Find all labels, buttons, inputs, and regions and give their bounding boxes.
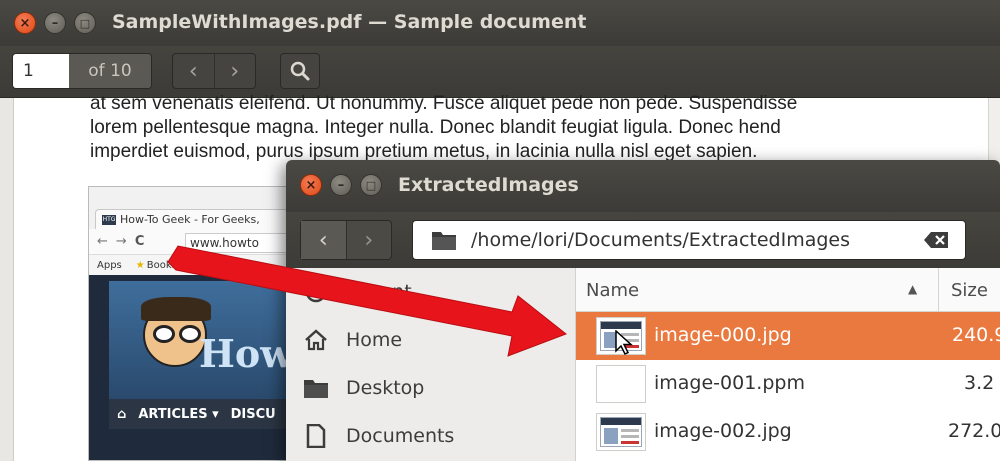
browser-url: www.howto <box>185 233 297 253</box>
browser-tab: HTG How-To Geek - For Geeks, <box>95 209 291 229</box>
image-thumbnail <box>596 365 646 403</box>
fm-window-title: ExtractedImages <box>398 174 579 196</box>
bookmarks-bar: Apps ★ Bookmarks <box>89 255 297 275</box>
chevron-right-icon: › <box>364 227 374 253</box>
forward-arrow-icon: → <box>115 234 127 249</box>
clear-path-icon[interactable] <box>923 231 949 249</box>
fm-close-button[interactable]: × <box>300 174 322 196</box>
site-logo: How-T <box>199 331 297 376</box>
image-thumbnail <box>596 413 646 451</box>
maximize-window-button[interactable]: □ <box>74 12 96 34</box>
page-number-input[interactable] <box>13 54 69 88</box>
minimize-icon: – <box>51 15 59 31</box>
file-list: Name ▲ Size image-000.jpg 240.9 kB image… <box>576 268 1000 461</box>
page-nav-group: ‹ › <box>172 53 256 89</box>
page-count-label: of 10 <box>69 54 151 88</box>
tab-title: How-To Geek - For Geeks, <box>120 213 260 226</box>
previous-page-button[interactable]: ‹ <box>173 54 214 88</box>
favicon: HTG <box>102 214 116 225</box>
sidebar-item-label: Documents <box>346 425 455 447</box>
pdf-text-line: lorem pellentesque magna. Integer nulla.… <box>90 117 781 138</box>
pdf-toolbar: of 10 ‹ › <box>0 46 1000 98</box>
site-hero: How-T <box>109 281 297 399</box>
site-header: How-T ⌂ ARTICLES ▾ DISCU <box>89 275 297 460</box>
pdf-text-line: at sem venenatis eleifend. Ut nonummy. F… <box>90 93 798 114</box>
fm-minimize-button[interactable]: – <box>330 174 352 196</box>
back-arrow-icon: ← <box>97 234 108 249</box>
clock-icon <box>302 280 330 304</box>
column-name-header[interactable]: Name <box>586 280 639 301</box>
sidebar-item-label: Desktop <box>346 377 425 399</box>
fm-forward-button[interactable]: › <box>345 221 392 259</box>
search-icon <box>290 61 310 81</box>
folder-icon <box>302 377 330 399</box>
file-size: 240.9 kB <box>952 324 1000 346</box>
mouse-cursor-icon <box>615 330 633 356</box>
sidebar-item-home[interactable]: Home <box>286 316 576 364</box>
close-window-button[interactable]: × <box>14 12 36 34</box>
fm-nav-group: ‹ › <box>300 220 392 260</box>
menu-articles: ARTICLES ▾ <box>138 406 219 422</box>
home-icon: ⌂ <box>117 406 127 422</box>
search-button[interactable] <box>280 53 320 89</box>
next-page-button[interactable]: › <box>213 54 256 88</box>
file-size: 3.2 MB <box>964 372 1000 394</box>
chevron-left-icon: ‹ <box>318 227 328 253</box>
location-bar[interactable]: /home/lori/Documents/ExtractedImages <box>412 220 966 260</box>
pdf-titlebar[interactable]: × – □ SampleWithImages.pdf — Sample docu… <box>0 0 1000 46</box>
folder-icon <box>432 232 456 250</box>
chevron-right-icon: › <box>230 58 240 84</box>
window-title: SampleWithImages.pdf — Sample document <box>112 11 587 33</box>
location-path: /home/lori/Documents/ExtractedImages <box>471 229 850 251</box>
home-icon <box>302 329 330 351</box>
file-row[interactable]: image-000.jpg 240.9 kB <box>576 312 1000 360</box>
menu-discuss: DISCU <box>230 406 276 422</box>
reload-icon: C <box>134 234 145 249</box>
sidebar-item-recent[interactable]: Recent <box>286 268 576 316</box>
site-menu: ⌂ ARTICLES ▾ DISCU <box>109 399 297 429</box>
maximize-icon: □ <box>365 178 377 192</box>
minimize-icon: – <box>337 177 345 193</box>
file-name: image-000.jpg <box>654 324 792 346</box>
sidebar-item-label: Recent <box>346 281 412 303</box>
bookmark-star-icon: ★ <box>135 259 145 271</box>
places-sidebar: Recent Home Desktop Documents <box>286 268 576 461</box>
close-icon: × <box>19 15 31 31</box>
browser-toolbar: ← → C www.howto <box>89 229 297 255</box>
sidebar-item-desktop[interactable]: Desktop <box>286 364 576 412</box>
sidebar-item-documents[interactable]: Documents <box>286 412 576 460</box>
page-entry: of 10 <box>12 53 152 89</box>
sidebar-item-label: Home <box>346 329 403 351</box>
file-name: image-002.jpg <box>654 420 792 442</box>
file-size: 272.0 kB <box>948 420 1000 442</box>
bookmark-apps: Apps <box>97 259 122 271</box>
chevron-left-icon: ‹ <box>188 58 198 84</box>
fm-titlebar[interactable]: × – □ ExtractedImages <box>286 160 1000 212</box>
fm-toolbar: ‹ › /home/lori/Documents/ExtractedImages <box>286 212 1000 268</box>
fm-back-button[interactable]: ‹ <box>301 221 346 259</box>
bookmark-bookmarks: Bookmarks <box>146 259 203 271</box>
file-manager-window: × – □ ExtractedImages ‹ › /home/lori/Doc… <box>286 160 1000 461</box>
pdf-body-text: at sem venenatis eleifend. Ut nonummy. F… <box>90 92 1000 164</box>
fm-maximize-button[interactable]: □ <box>360 174 382 196</box>
file-name: image-001.ppm <box>654 372 805 394</box>
document-icon <box>302 424 330 448</box>
column-size-header[interactable]: Size <box>938 268 988 312</box>
file-row[interactable]: image-002.jpg 272.0 kB <box>576 408 1000 456</box>
sort-ascending-icon: ▲ <box>908 282 918 296</box>
close-icon: × <box>305 177 317 193</box>
geek-mascot-icon <box>141 297 211 367</box>
minimize-window-button[interactable]: – <box>44 12 66 34</box>
maximize-icon: □ <box>79 16 91 30</box>
list-header: Name ▲ Size <box>576 268 1000 312</box>
embedded-browser-image: HTG How-To Geek - For Geeks, ← → C www.h… <box>88 186 298 461</box>
page-gutter <box>0 98 14 461</box>
file-row[interactable]: image-001.ppm 3.2 MB <box>576 360 1000 408</box>
